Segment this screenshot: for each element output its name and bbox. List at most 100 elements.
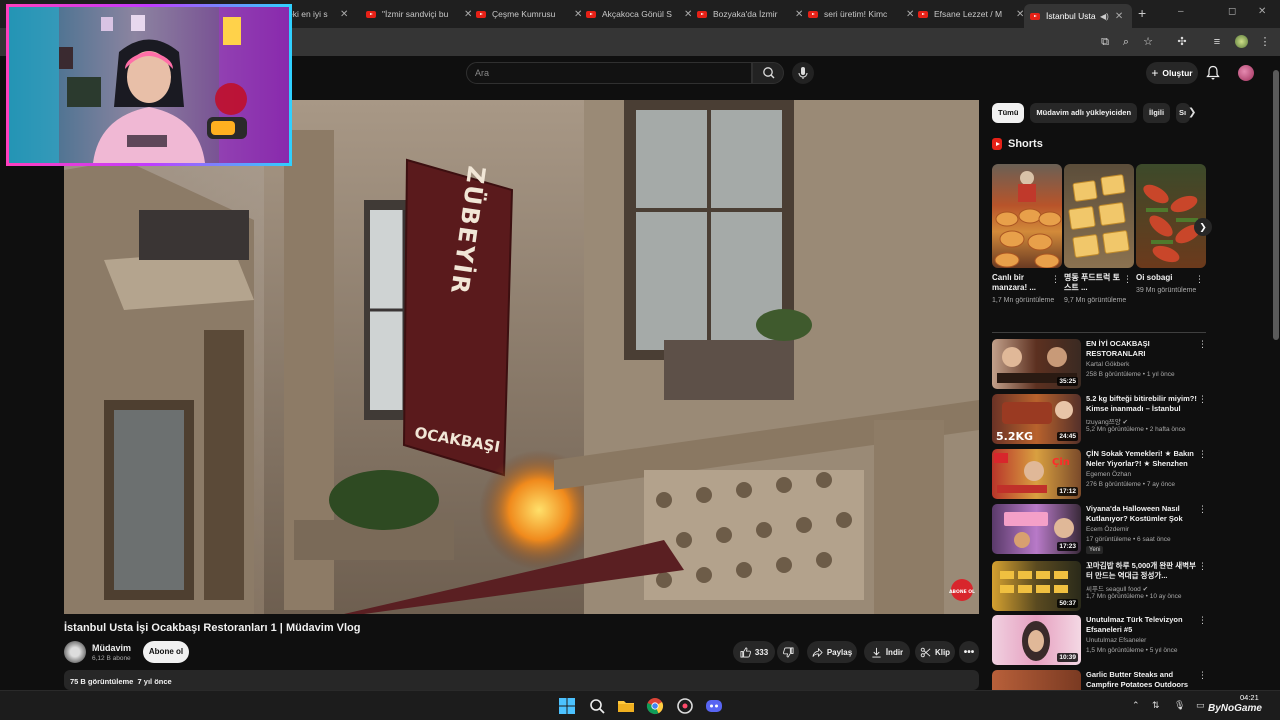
chevron-up-icon[interactable]: ⌃: [1132, 700, 1140, 711]
download-button[interactable]: İndir: [864, 641, 910, 663]
more-vertical-icon[interactable]: ⋮: [1198, 449, 1207, 460]
maximize-button[interactable]: ◻: [1228, 6, 1236, 17]
more-vertical-icon[interactable]: ⋮: [1198, 339, 1207, 350]
subscribe-button[interactable]: Abone ol: [143, 641, 189, 663]
extensions-icon[interactable]: ✣: [1175, 35, 1189, 49]
speaker-icon[interactable]: ◀): [1100, 12, 1109, 21]
install-app-icon[interactable]: ⧉: [1098, 35, 1112, 49]
chevron-right-icon[interactable]: ❯: [1188, 107, 1196, 118]
more-vertical-icon[interactable]: ⋮: [1198, 615, 1207, 626]
more-vertical-icon[interactable]: ⋮: [1198, 394, 1207, 405]
tab-close-icon[interactable]: ✕: [906, 9, 914, 20]
video-title: Viyana'da Halloween Nasıl Kutlanıyor? Ko…: [1086, 504, 1183, 523]
video-meta: 17 görüntüleme • 6 saat önce: [1086, 536, 1171, 543]
more-vertical-icon[interactable]: ⋮: [1198, 561, 1207, 572]
short-title: Canlı bir manzara! ...: [992, 273, 1037, 292]
video-title: ÇİN Sokak Yemekleri! ★ Bakın Neler Yiyor…: [1086, 449, 1194, 468]
more-vertical-icon[interactable]: ⋮: [1195, 274, 1204, 285]
tab-close-icon[interactable]: ✕: [684, 9, 692, 20]
channel-name[interactable]: Egemen Özhan: [1086, 471, 1131, 478]
browser-tab-active[interactable]: İstanbul Usta ◀) ✕: [1024, 4, 1132, 28]
more-vertical-icon[interactable]: ⋮: [1051, 274, 1060, 285]
shorts-title: Shorts: [1008, 138, 1043, 150]
chip-from-uploader[interactable]: Müdavim adlı yükleyiciden: [1030, 103, 1138, 123]
tab-close-icon[interactable]: ✕: [795, 9, 803, 20]
file-explorer-icon[interactable]: [617, 697, 635, 715]
short-card[interactable]: 명동 푸드트럭 토스트 ... 9,7 Mn görüntüleme ⋮: [1064, 164, 1134, 305]
description-box[interactable]: 75 B görüntüleme 7 yıl önce: [64, 670, 979, 690]
browser-tab[interactable]: Bozyaka'da İzmir ✕: [697, 4, 803, 24]
recommendation-item[interactable]: 50:37 꼬마김밥 하루 5,000개 완판 새벽부터 만드는 역대급 정성가…: [992, 561, 1207, 611]
channel-name[interactable]: 씨푸드 seagull food ✔: [1086, 583, 1148, 593]
voice-search-button[interactable]: [792, 62, 814, 84]
tab-close-icon[interactable]: ✕: [1115, 11, 1123, 22]
taskbar-search-icon[interactable]: [588, 697, 606, 715]
browser-tab[interactable]: Çeşme Kumrusu ✕: [476, 4, 582, 24]
recommendation-item[interactable]: 35:25 EN İYİ OCAKBAŞI RESTORANLARI Karta…: [992, 339, 1207, 389]
recommendation-item[interactable]: 10:39 Unutulmaz Türk Televizyon Efsanele…: [992, 615, 1207, 665]
profile-avatar[interactable]: [1234, 35, 1248, 49]
more-vertical-icon[interactable]: ⋮: [1198, 504, 1207, 515]
taskbar-clock[interactable]: 04:21: [1240, 693, 1259, 703]
create-button[interactable]: + Oluştur: [1146, 62, 1198, 84]
browser-tab[interactable]: Akçakoca Gönül S ✕: [586, 4, 692, 24]
recommendation-item[interactable]: 5.2KG 24:45 5.2 kg bifteği bitirebilir m…: [992, 394, 1207, 444]
channel-name[interactable]: tzuyang쯔양 ✔: [1086, 416, 1128, 426]
app-icon[interactable]: [676, 697, 694, 715]
windows-start-icon[interactable]: [558, 697, 576, 715]
tab-close-icon[interactable]: ✕: [574, 9, 582, 20]
account-avatar[interactable]: [1238, 65, 1254, 81]
browser-tab[interactable]: seri üretim! Kimc ✕: [808, 4, 914, 24]
short-thumbnail: [1064, 164, 1134, 268]
zoom-icon[interactable]: ⌕: [1119, 35, 1133, 49]
discord-icon[interactable]: [705, 697, 723, 715]
browser-tab[interactable]: "İzmir sandviçi bu ✕: [366, 4, 472, 24]
network-icon[interactable]: ⇅: [1152, 700, 1160, 711]
search-button[interactable]: [752, 62, 784, 84]
bookmark-star-icon[interactable]: ☆: [1141, 35, 1155, 49]
more-vertical-icon[interactable]: ⋮: [1123, 274, 1132, 285]
media-controls-icon[interactable]: ≡: [1210, 35, 1224, 49]
channel-avatar[interactable]: [64, 641, 86, 663]
new-tab-button[interactable]: +: [1138, 5, 1146, 21]
chrome-icon[interactable]: [646, 697, 664, 715]
tab-label: İstanbul Usta: [1046, 11, 1096, 21]
tab-close-icon[interactable]: ✕: [340, 9, 348, 20]
scrollbar-thumb[interactable]: [1273, 70, 1279, 340]
channel-name[interactable]: Ecem Özdemir: [1086, 526, 1129, 533]
short-views: 1,7 Mn görüntüleme: [992, 297, 1055, 304]
video-thumbnail: [992, 670, 1081, 690]
like-button[interactable]: 333: [733, 641, 775, 663]
browser-menu-icon[interactable]: ⋮: [1258, 35, 1272, 49]
channel-name[interactable]: Müdavim: [92, 643, 131, 653]
youtube-favicon-icon: [1030, 12, 1040, 20]
close-window-button[interactable]: ✕: [1258, 6, 1266, 17]
browser-tab[interactable]: eki en iyi s ✕: [288, 4, 348, 24]
chip-related[interactable]: İlgili: [1143, 103, 1171, 123]
minimize-button[interactable]: –: [1178, 6, 1184, 17]
clip-button[interactable]: Klip: [915, 641, 955, 663]
recommendation-item[interactable]: 17:23 Viyana'da Halloween Nasıl Kutlanıy…: [992, 504, 1207, 554]
tab-close-icon[interactable]: ✕: [464, 9, 472, 20]
shorts-next-button[interactable]: ❯: [1194, 218, 1212, 236]
search-input[interactable]: Ara: [466, 62, 752, 84]
chip-all[interactable]: Tümü: [992, 103, 1025, 123]
dislike-button[interactable]: [777, 641, 799, 663]
recommendation-item[interactable]: Çin 17:12 ÇİN Sokak Yemekleri! ★ Bakın N…: [992, 449, 1207, 499]
channel-name[interactable]: Unutulmaz Efsaneler: [1086, 637, 1146, 644]
thumbnail-text: Çin: [1052, 457, 1070, 468]
page-scrollbar[interactable]: [1272, 56, 1280, 690]
microphone-icon[interactable]: 🎙︎: [1174, 700, 1185, 711]
more-vertical-icon[interactable]: ⋮: [1198, 670, 1206, 681]
recommendation-item[interactable]: Garlic Butter Steaks and Campfire Potato…: [992, 670, 1206, 690]
display-icon[interactable]: ▭: [1196, 700, 1205, 711]
video-duration: 24:45: [1057, 432, 1078, 441]
video-title: 5.2 kg bifteği bitirebilir miyim?! Kimse…: [1086, 394, 1197, 413]
more-actions-button[interactable]: •••: [959, 641, 979, 663]
share-button[interactable]: Paylaş: [807, 641, 857, 663]
channel-name[interactable]: Kartal Gökberk: [1086, 361, 1129, 368]
browser-tab[interactable]: Efsane Lezzet / M ✕: [918, 4, 1024, 24]
video-player[interactable]: ZÜBEYİR OCAKBAŞI ABONE OL: [64, 100, 979, 614]
notifications-button[interactable]: [1206, 65, 1220, 86]
short-card[interactable]: Canlı bir manzara! ... 1,7 Mn görüntülem…: [992, 164, 1062, 305]
